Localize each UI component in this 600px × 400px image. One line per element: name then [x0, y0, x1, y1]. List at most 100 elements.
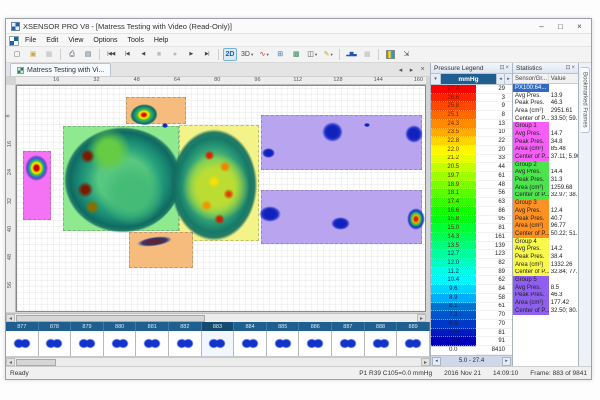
filmstrip-frame[interactable]: [39, 331, 72, 356]
minimize-button[interactable]: –: [532, 20, 551, 33]
video-view-button[interactable]: ⊞: [273, 48, 287, 61]
legend-row[interactable]: 18.948: [431, 181, 512, 190]
stats-row[interactable]: Peak Pres.31.3: [513, 176, 578, 184]
stats-row[interactable]: Peak Pres.46.3: [513, 99, 578, 107]
tab-scroll-right-icon[interactable]: ▸: [407, 65, 416, 74]
legend-row[interactable]: 5.881: [431, 329, 512, 338]
scroll-right-icon[interactable]: ▸: [417, 314, 426, 322]
filmstrip-frame[interactable]: [234, 331, 267, 356]
legend-row[interactable]: 14.3161: [431, 233, 512, 242]
legend-row[interactable]: 24.313: [431, 120, 512, 129]
legend-row[interactable]: 13.5139: [431, 242, 512, 251]
maximize-button[interactable]: □: [551, 20, 570, 33]
value-column-header[interactable]: Value: [549, 74, 578, 83]
stats-row[interactable]: Center of P...32.50; 80...: [513, 307, 578, 315]
filmstrip-scroll-left-icon[interactable]: ◂: [6, 358, 15, 366]
print-button[interactable]: ⎙: [65, 48, 79, 61]
legend-row[interactable]: 20.544: [431, 163, 512, 172]
sensor-group-column-header[interactable]: Sensor/Gr...: [513, 74, 549, 83]
filmstrip-frame[interactable]: [267, 331, 300, 356]
document-tab[interactable]: Matress Testing with Vi...: [10, 63, 111, 76]
stats-row[interactable]: Center of P...50.22; 51...: [513, 230, 578, 238]
stats-row[interactable]: Group 5: [513, 276, 578, 284]
legend-zero-row[interactable]: 0.08410: [431, 346, 512, 355]
legend-row[interactable]: 16.686: [431, 207, 512, 216]
menu-tools[interactable]: Tools: [123, 37, 149, 44]
stats-row[interactable]: Area (cm²)96.77: [513, 222, 578, 230]
stats-row[interactable]: Peak Pres.46.3: [513, 292, 578, 300]
stats-row[interactable]: Group 2: [513, 161, 578, 169]
sensor-config-button[interactable]: ▩: [289, 48, 303, 61]
stats-row[interactable]: Area (cm²)1332.26: [513, 261, 578, 269]
panel-close-icon[interactable]: ×: [505, 65, 509, 71]
legend-row[interactable]: 9.684: [431, 285, 512, 294]
stats-row[interactable]: Center of P...32.84; 77...: [513, 269, 578, 277]
filmstrip-frame[interactable]: [169, 331, 202, 356]
legend-row[interactable]: 6.570: [431, 320, 512, 329]
histogram-button[interactable]: ▂▆▃: [344, 48, 358, 61]
stats-row[interactable]: Peak Pres.34.8: [513, 138, 578, 146]
filmstrip-frame[interactable]: [202, 331, 235, 356]
menu-options[interactable]: Options: [88, 37, 122, 44]
legend-row[interactable]: 22.020: [431, 146, 512, 155]
stats-row[interactable]: Area (cm²)2951.61: [513, 107, 578, 115]
filmstrip-frame[interactable]: [71, 331, 104, 356]
filmstrip-frame[interactable]: [332, 331, 365, 356]
filmstrip-frame[interactable]: [104, 331, 137, 356]
filmstrip-scrollbar[interactable]: ◂ ▸: [6, 357, 430, 366]
menu-help[interactable]: Help: [149, 37, 173, 44]
units-prev-icon[interactable]: ◂: [496, 74, 504, 84]
play-backward-button[interactable]: ◀: [136, 48, 150, 61]
menu-edit[interactable]: Edit: [41, 37, 63, 44]
stats-row[interactable]: Center of P...32.97; 38...: [513, 192, 578, 200]
colormap-button[interactable]: [383, 48, 397, 61]
open-file-button[interactable]: ▣: [26, 48, 40, 61]
legend-row[interactable]: 27.429: [431, 85, 512, 94]
legend-row[interactable]: 25.89: [431, 102, 512, 111]
play-button[interactable]: ▶: [184, 48, 198, 61]
stats-row[interactable]: Center of P...33.50; 59...: [513, 115, 578, 123]
legend-row[interactable]: 19.761: [431, 172, 512, 181]
chart-view-button[interactable]: ∿▾: [257, 48, 271, 61]
filmstrip-frame[interactable]: [136, 331, 169, 356]
print-preview-button[interactable]: ▤: [81, 48, 95, 61]
stats-row[interactable]: Peak Pres.40.7: [513, 215, 578, 223]
stats-row[interactable]: Area (cm²)177.42: [513, 299, 578, 307]
filmstrip-scroll-right-icon[interactable]: ▸: [421, 358, 430, 366]
legend-row[interactable]: 7.370: [431, 311, 512, 320]
tab-close-icon[interactable]: ×: [418, 65, 427, 74]
stats-row[interactable]: Avg Pres.12.4: [513, 207, 578, 215]
filmstrip-frame[interactable]: [299, 331, 332, 356]
legend-row[interactable]: 25.18: [431, 111, 512, 120]
stats-row[interactable]: Area (cm²)85.48: [513, 146, 578, 154]
fit-window-button[interactable]: ⇲: [399, 48, 413, 61]
menu-file[interactable]: File: [20, 37, 41, 44]
close-button[interactable]: ×: [570, 20, 589, 33]
range-decrease-icon[interactable]: ◂: [432, 357, 441, 366]
map-scroll-thumb[interactable]: [16, 315, 205, 322]
stats-row[interactable]: Avg Pres.13.9: [513, 92, 578, 100]
view-2d-button[interactable]: 2D: [223, 48, 237, 61]
stats-row[interactable]: PX100:64...: [513, 84, 578, 92]
legend-row[interactable]: 5.091: [431, 337, 512, 346]
bookmarked-frames-tab[interactable]: Bookmarked Frames: [581, 67, 590, 133]
legend-row[interactable]: 10.462: [431, 276, 512, 285]
legend-row[interactable]: 8.161: [431, 303, 512, 312]
legend-row[interactable]: 23.510: [431, 129, 512, 138]
units-next-icon[interactable]: ▸: [504, 74, 512, 84]
legend-row[interactable]: 12.7123: [431, 250, 512, 259]
legend-row[interactable]: 12.082: [431, 259, 512, 268]
filmstrip-frame[interactable]: [365, 331, 398, 356]
map-horizontal-scrollbar[interactable]: ◂ ▸: [6, 313, 426, 322]
scroll-left-icon[interactable]: ◂: [6, 314, 15, 322]
legend-row[interactable]: 22.822: [431, 137, 512, 146]
legend-row[interactable]: 15.895: [431, 216, 512, 225]
first-frame-button[interactable]: |◀◀: [104, 48, 118, 61]
previous-frame-button[interactable]: |◀: [120, 48, 134, 61]
stats-row[interactable]: Center of P...37.11; 5.90: [513, 153, 578, 161]
pin-icon[interactable]: ⊡: [565, 65, 570, 71]
stats-row[interactable]: Peak Pres.38.4: [513, 253, 578, 261]
annotate-button[interactable]: ✎▾: [321, 48, 335, 61]
legend-row[interactable]: 17.463: [431, 198, 512, 207]
pin-icon[interactable]: ⊡: [499, 65, 504, 71]
